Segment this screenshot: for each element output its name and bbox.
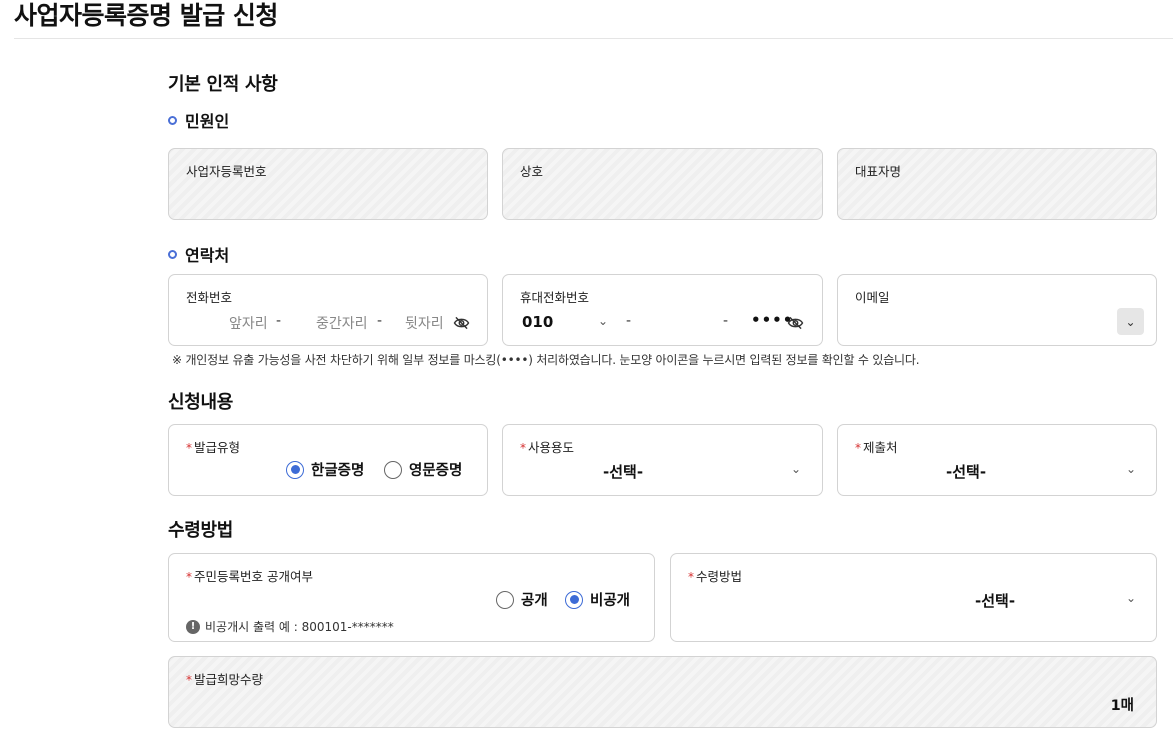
masking-notice: ※ 개인정보 유출 가능성을 사전 차단하기 위해 일부 정보를 마스킹(•••…	[172, 353, 920, 367]
applicant-subtitle-label: 민원인	[185, 112, 230, 131]
issue-type-field: * 발급유형 한글증명 영문증명	[168, 424, 488, 496]
radio-english-label: 영문증명	[409, 463, 463, 479]
contact-subtitle-label: 연락처	[185, 246, 230, 265]
mobile-dash: -	[626, 313, 632, 329]
bullet-icon	[168, 249, 177, 259]
receive-method-select[interactable]: * 수령방법 -선택- ⌄	[670, 553, 1157, 642]
mobile-label: 휴대전화번호	[520, 290, 590, 305]
business-number-label: 사업자등록번호	[186, 164, 267, 179]
rrn-info-text: 비공개시 출력 예 : 800101-*******	[205, 620, 394, 634]
phone-field: 전화번호 앞자리 - 중간자리 - 뒷자리	[168, 274, 488, 346]
required-mark: *	[186, 441, 192, 455]
radio-korean-label: 한글증명	[311, 463, 365, 479]
title-divider	[14, 38, 1173, 39]
section-request-title: 신청내용	[168, 392, 234, 413]
issue-type-label: * 발급유형	[186, 437, 240, 456]
required-mark: *	[520, 441, 526, 455]
chevron-down-icon[interactable]: ⌄	[598, 314, 608, 328]
radio-checked-icon[interactable]	[286, 460, 304, 479]
radio-unchecked-icon[interactable]	[496, 590, 514, 609]
chevron-down-icon: ⌄	[791, 462, 802, 476]
radio-unchecked-icon[interactable]	[384, 460, 402, 479]
submit-to-select[interactable]: * 제출처 -선택- ⌄	[837, 424, 1157, 496]
phone-label: 전화번호	[186, 290, 233, 305]
info-icon: !	[186, 619, 200, 634]
phone-first-input[interactable]: 앞자리	[229, 313, 268, 333]
quantity-field: * 발급희망수량 1매	[168, 656, 1157, 728]
radio-english[interactable]: 영문증명	[384, 459, 462, 480]
rrn-info-note: ! 비공개시 출력 예 : 800101-*******	[186, 618, 394, 635]
submit-to-value: -선택-	[946, 463, 987, 481]
representative-label: 대표자명	[855, 164, 902, 179]
receive-method-label: * 수령방법	[688, 566, 742, 585]
page-title: 사업자등록증명 발급 신청	[14, 1, 278, 30]
submit-to-label: * 제출처	[855, 437, 898, 456]
contact-subtitle: 연락처	[168, 242, 229, 266]
email-field: 이메일 ⌄	[837, 274, 1157, 346]
eye-slash-icon[interactable]	[453, 316, 470, 330]
chevron-down-icon: ⌄	[1125, 314, 1136, 329]
required-mark: *	[186, 570, 192, 584]
quantity-value: 1매	[1110, 698, 1134, 714]
required-mark: *	[186, 673, 192, 687]
phone-middle-input[interactable]: 중간자리	[316, 313, 368, 333]
phone-last-input[interactable]: 뒷자리	[405, 313, 444, 333]
business-number-field: 사업자등록번호	[168, 148, 488, 220]
rrn-label: * 주민등록번호 공개여부	[186, 566, 313, 585]
applicant-subtitle: 민원인	[168, 108, 229, 132]
rrn-label-text: 주민등록번호 공개여부	[194, 569, 313, 584]
mobile-field: 휴대전화번호 010 ⌄ - - ••••	[502, 274, 823, 346]
submit-to-label-text: 제출처	[863, 440, 898, 455]
bullet-icon	[168, 115, 177, 125]
radio-public[interactable]: 공개	[496, 589, 548, 610]
company-name-field: 상호	[502, 148, 823, 220]
required-mark: *	[855, 441, 861, 455]
purpose-value: -선택-	[603, 463, 644, 481]
chevron-down-icon: ⌄	[1126, 462, 1137, 476]
radio-private-label: 비공개	[590, 593, 631, 609]
purpose-label: * 사용용도	[520, 437, 574, 456]
receive-method-value: -선택-	[975, 592, 1016, 610]
radio-public-label: 공개	[521, 593, 548, 609]
section-receive-title: 수령방법	[168, 520, 234, 541]
radio-korean[interactable]: 한글증명	[286, 459, 364, 480]
mobile-dash: -	[723, 313, 729, 329]
email-label: 이메일	[855, 290, 890, 305]
radio-checked-icon[interactable]	[565, 590, 583, 609]
issue-type-label-text: 발급유형	[194, 440, 241, 455]
eye-slash-icon[interactable]	[787, 316, 804, 330]
chevron-down-icon: ⌄	[1126, 591, 1137, 605]
rrn-disclosure-field: * 주민등록번호 공개여부 공개 비공개 ! 비공개시 출력 예 : 800101…	[168, 553, 655, 642]
phone-dash: -	[377, 313, 383, 329]
quantity-label-text: 발급희망수량	[194, 672, 264, 687]
phone-dash: -	[276, 313, 282, 329]
purpose-select[interactable]: * 사용용도 -선택- ⌄	[502, 424, 823, 496]
mobile-prefix-select[interactable]: 010	[522, 313, 553, 331]
radio-private[interactable]: 비공개	[565, 589, 630, 610]
quantity-label: * 발급희망수량	[186, 669, 263, 688]
required-mark: *	[688, 570, 694, 584]
receive-method-label-text: 수령방법	[696, 569, 743, 584]
purpose-label-text: 사용용도	[528, 440, 575, 455]
company-name-label: 상호	[520, 164, 544, 179]
representative-field: 대표자명	[837, 148, 1157, 220]
section-basic-title: 기본 인적 사항	[168, 74, 278, 95]
email-domain-dropdown[interactable]: ⌄	[1117, 308, 1144, 335]
